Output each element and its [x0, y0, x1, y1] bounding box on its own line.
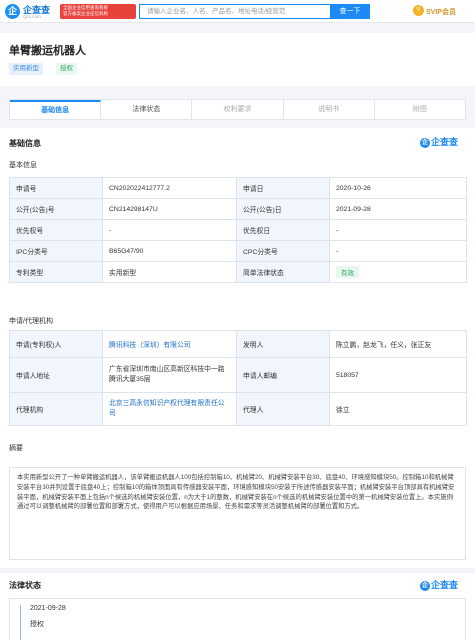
subsection-abstract: 摘要: [9, 445, 23, 452]
logo-subtext: Qcc.com: [23, 14, 41, 19]
section-title-legal: 法律状态: [9, 581, 41, 590]
value-postcode: 518057: [329, 357, 467, 393]
applicant-link[interactable]: 腾讯科技（深圳）有限公司: [109, 342, 191, 349]
status-badge: 有效: [336, 266, 359, 278]
detail-tabs: 基础信息 法律状态 权利要求 说明书 附图: [9, 99, 466, 120]
qcc-watermark: 企企查查: [420, 135, 458, 148]
timeline-line: [20, 605, 21, 640]
timeline-status: 授权: [30, 621, 44, 628]
value-ipc: B65G47/90: [102, 240, 237, 262]
credit-badge[interactable]: 全国企业信用查询系统 官方备案企业征信机构: [60, 4, 136, 19]
qcc-logo-icon: 企: [420, 137, 430, 148]
value-applicant-address: 广东省深圳市南山区高新区科技中一路腾讯大厦35层: [102, 357, 237, 393]
value-publication-date: 2021-09-28: [329, 198, 467, 220]
label-priority-no: 优先权号: [9, 219, 103, 241]
label-application-date: 申请日: [236, 177, 330, 199]
search-button[interactable]: 查一下: [330, 4, 370, 19]
label-application-no: 申请号: [9, 177, 103, 199]
search-input[interactable]: 请输入企业名、人名、产品名、地址电话/经营范: [139, 4, 330, 19]
agency-link[interactable]: 北京三高永信知识产权代理有限责任公司: [109, 400, 225, 417]
label-applicant-address: 申请人地址: [9, 357, 103, 393]
page-title: 单臂搬运机器人: [9, 45, 86, 57]
label-cpc: CPC分类号: [236, 240, 330, 262]
tab-basic-info[interactable]: 基础信息: [10, 100, 102, 119]
tab-drawings[interactable]: 附图: [375, 100, 465, 119]
label-patent-type: 专利类型: [9, 261, 103, 283]
section-title-basic: 基础信息: [9, 139, 41, 148]
label-applicant: 申请(专利权)人: [9, 330, 103, 358]
basic-info-panel: 基础信息 企企查查 基本信息 申请号 CN202022412777.2 申请日 …: [0, 128, 475, 568]
legal-status-panel: 法律状态 企企查查 2021-09-28 授权: [0, 573, 475, 640]
legal-timeline: 2021-09-28 授权: [9, 598, 466, 640]
patent-type-tag: 实用新型: [9, 63, 43, 75]
table-row: 申请号 CN202022412777.2 申请日 2020-10-26: [9, 177, 467, 199]
table-row: 公开(公告)号 CN214298147U 公开(公告)日 2021-09-28: [9, 198, 467, 220]
value-applicant: 腾讯科技（深圳）有限公司: [102, 330, 237, 358]
watermark-text: 企查查: [431, 580, 459, 590]
table-row: 优先权号 - 优先权日 -: [9, 219, 467, 241]
grant-status-tag: 授权: [56, 63, 77, 75]
tab-legal-status[interactable]: 法律状态: [101, 100, 193, 119]
watermark-text: 企查查: [431, 137, 459, 147]
qcc-logo-icon: 企: [420, 580, 430, 591]
logo-icon[interactable]: 企: [5, 4, 20, 19]
table-row: 代理机构 北京三高永信知识产权代理有限责任公司 代理人 徐立: [9, 392, 467, 426]
subsection-basic: 基本信息: [9, 162, 37, 169]
value-legal-status-simple: 有效: [329, 261, 467, 283]
value-cpc: -: [329, 240, 467, 262]
label-publication-no: 公开(公告)号: [9, 198, 103, 220]
value-priority-no: -: [102, 219, 237, 241]
label-priority-date: 优先权日: [236, 219, 330, 241]
patent-title-card: 单臂搬运机器人 实用新型 授权: [0, 33, 475, 86]
table-row: 专利类型 实用新型 简单法律状态 有效: [9, 261, 467, 283]
vip-crown-icon[interactable]: V: [413, 5, 424, 16]
value-publication-no: CN214298147U: [102, 198, 237, 220]
tab-claims[interactable]: 权利要求: [192, 100, 284, 119]
table-row: IPC分类号 B65G47/90 CPC分类号 -: [9, 240, 467, 262]
label-inventor: 发明人: [236, 330, 330, 358]
top-header: 企 企查查 Qcc.com 全国企业信用查询系统 官方备案企业征信机构 请输入企…: [0, 0, 475, 23]
value-priority-date: -: [329, 219, 467, 241]
basic-info-table: 申请号 CN202022412777.2 申请日 2020-10-26 公开(公…: [9, 177, 467, 283]
subsection-applicant-agent: 申请/代理机构: [9, 318, 53, 325]
label-legal-status-simple: 简单法律状态: [236, 261, 330, 283]
vip-link[interactable]: SVIP会员: [426, 7, 456, 17]
credit-badge-line2: 官方备案企业征信机构: [63, 11, 108, 16]
label-agent: 代理人: [236, 392, 330, 426]
tab-description[interactable]: 说明书: [284, 100, 375, 119]
qcc-watermark-2: 企企查查: [420, 578, 458, 591]
value-agency: 北京三高永信知识产权代理有限责任公司: [102, 392, 237, 426]
value-agent: 徐立: [329, 392, 467, 426]
label-agency: 代理机构: [9, 392, 103, 426]
label-postcode: 申请人邮编: [236, 357, 330, 393]
table-row: 申请(专利权)人 腾讯科技（深圳）有限公司 发明人 陈立鹏，赵龙飞，任义，张正友: [9, 330, 467, 358]
timeline-date: 2021-09-28: [30, 605, 66, 612]
label-publication-date: 公开(公告)日: [236, 198, 330, 220]
value-application-no: CN202022412777.2: [102, 177, 237, 199]
label-ipc: IPC分类号: [9, 240, 103, 262]
value-patent-type: 实用新型: [102, 261, 237, 283]
table-row: 申请人地址 广东省深圳市南山区高新区科技中一路腾讯大厦35层 申请人邮编 518…: [9, 357, 467, 393]
value-application-date: 2020-10-26: [329, 177, 467, 199]
value-inventor: 陈立鹏，赵龙飞，任义，张正友: [329, 330, 467, 358]
abstract-text: 本实用新型公开了一种单臂搬运机器人，该单臂搬运机器人100包括控制箱10、机械臂…: [9, 467, 466, 560]
applicant-table: 申请(专利权)人 腾讯科技（深圳）有限公司 发明人 陈立鹏，赵龙飞，任义，张正友…: [9, 330, 467, 426]
